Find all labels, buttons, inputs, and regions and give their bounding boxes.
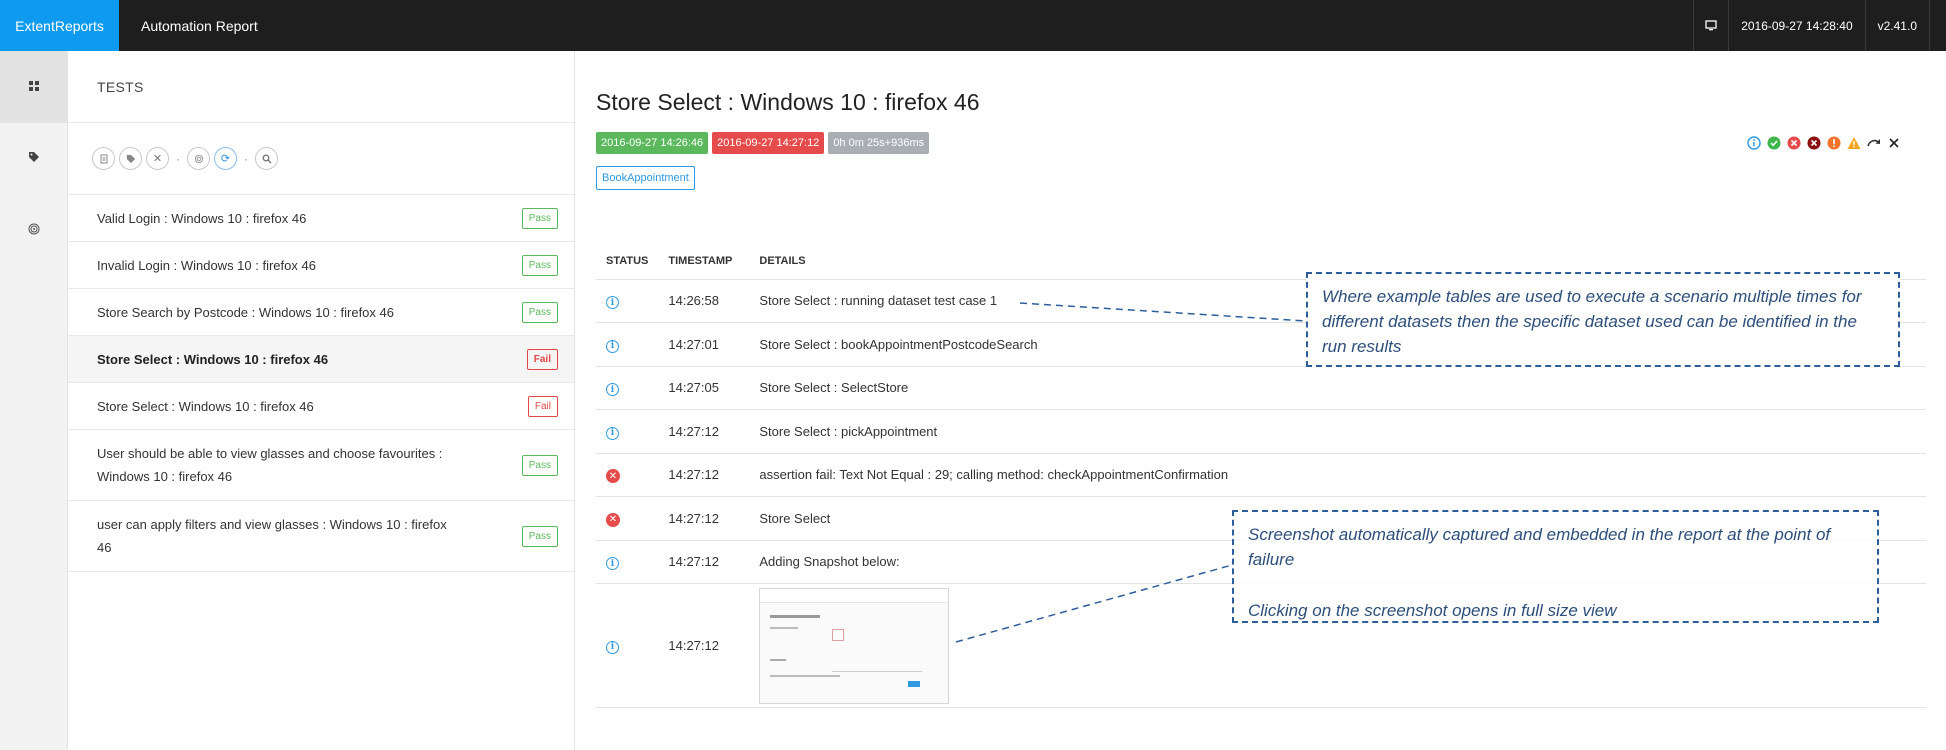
- step-timestamp: 14:27:12: [658, 496, 750, 541]
- test-item[interactable]: Invalid Login : Windows 10 : firefox 46 …: [68, 242, 574, 289]
- duration-label: 0h 0m 25s+936ms: [828, 132, 930, 154]
- error-filter-icon[interactable]: [1826, 135, 1842, 151]
- toolbar-separator: ·: [176, 151, 180, 166]
- screenshot-annotation-click-text: Clicking on the screenshot opens in full…: [1248, 601, 1617, 620]
- tests-panel: TESTS ✕ · ⟳ · Valid Login : Windows 10 :…: [68, 51, 575, 750]
- info-icon: i: [606, 383, 619, 396]
- topbar-divider: [1929, 0, 1946, 51]
- info-icon: i: [606, 640, 619, 654]
- info-icon: i: [606, 426, 619, 440]
- report-datetime: 2016-09-27 14:28:40: [1728, 0, 1864, 51]
- search-icon[interactable]: [255, 147, 278, 170]
- info-icon: i: [606, 557, 619, 570]
- status-badge: Pass: [521, 301, 558, 323]
- step-timestamp: 14:27:12: [658, 583, 750, 708]
- step-timestamp: 14:27:12: [658, 453, 750, 497]
- refresh-icon[interactable]: ⟳: [214, 147, 237, 170]
- status-filter-icons: [1746, 135, 1902, 151]
- screenshot-annotation: Screenshot automatically captured and em…: [1232, 510, 1879, 623]
- warning-filter-icon[interactable]: [1846, 135, 1862, 151]
- test-name: Invalid Login : Windows 10 : firefox 46: [97, 257, 316, 273]
- nav-dashboard[interactable]: [0, 51, 67, 123]
- step-details: assertion fail: Text Not Equal : 29; cal…: [749, 453, 1926, 497]
- dataset-annotation-text: Where example tables are used to execute…: [1322, 287, 1862, 356]
- tests-panel-title: TESTS: [68, 51, 574, 123]
- fingerprint-icon: [28, 222, 40, 240]
- dashboard-icon: [28, 78, 39, 96]
- top-bar: ExtentReports Automation Report 2016-09-…: [0, 0, 1946, 51]
- monitor-icon[interactable]: [1693, 0, 1728, 51]
- clear-filter-icon[interactable]: [1886, 135, 1902, 151]
- test-name: Store Select : Windows 10 : firefox 46: [97, 398, 314, 414]
- pass-filter-icon[interactable]: [1766, 135, 1782, 151]
- table-row: i 14:27:05 Store Select : SelectStore: [596, 366, 1926, 410]
- status-badge: Fail: [527, 395, 558, 417]
- nav-exceptions[interactable]: [0, 195, 67, 267]
- test-item-selected[interactable]: Store Select : Windows 10 : firefox 46 F…: [68, 336, 574, 383]
- column-timestamp: TIMESTAMP: [658, 244, 750, 280]
- table-row: i 14:27:12 Store Select : pickAppointmen…: [596, 409, 1926, 454]
- step-timestamp: 14:27:12: [658, 540, 750, 584]
- fail-icon: ✕: [606, 512, 620, 527]
- step-timestamp: 14:27:05: [658, 366, 750, 410]
- dataset-annotation: Where example tables are used to execute…: [1306, 272, 1900, 367]
- start-time-label: 2016-09-27 14:26:46: [596, 132, 709, 154]
- column-status: STATUS: [596, 244, 659, 280]
- test-name: user can apply filters and view glasses …: [97, 517, 447, 555]
- info-filter-icon[interactable]: [1746, 135, 1762, 151]
- screenshot-annotation-text: Screenshot automatically captured and em…: [1248, 525, 1831, 569]
- skip-filter-icon[interactable]: [1866, 135, 1882, 151]
- close-icon[interactable]: ✕: [146, 147, 169, 170]
- brand-logo[interactable]: ExtentReports: [0, 0, 119, 51]
- tests-toolbar: ✕ · ⟳ ·: [68, 123, 574, 195]
- test-item[interactable]: Store Select : Windows 10 : firefox 46 F…: [68, 383, 574, 430]
- status-badge: Pass: [521, 525, 558, 547]
- step-details: Store Select : pickAppointment: [749, 409, 1926, 454]
- info-icon: i: [606, 339, 619, 353]
- status-badge: Pass: [521, 454, 558, 476]
- tag-filter-icon[interactable]: [119, 147, 142, 170]
- category-tag[interactable]: BookAppointment: [596, 166, 695, 190]
- fail-filter-icon[interactable]: [1786, 135, 1802, 151]
- test-title: Store Select : Windows 10 : firefox 46: [596, 89, 980, 115]
- step-timestamp: 14:26:58: [658, 279, 750, 323]
- test-item[interactable]: user can apply filters and view glasses …: [68, 501, 574, 572]
- report-name: Automation Report: [141, 17, 258, 34]
- time-labels: 2016-09-27 14:26:46 2016-09-27 14:27:12 …: [596, 132, 930, 154]
- list-icon[interactable]: [92, 147, 115, 170]
- tag-icon: [28, 150, 40, 168]
- test-item[interactable]: User should be able to view glasses and …: [68, 430, 574, 501]
- table-row: ✕ 14:27:12 assertion fail: Text Not Equa…: [596, 453, 1926, 497]
- status-badge: Pass: [521, 207, 558, 229]
- test-name: Valid Login : Windows 10 : firefox 46: [97, 210, 307, 226]
- side-nav: [0, 51, 68, 750]
- test-name: User should be able to view glasses and …: [97, 446, 443, 484]
- status-badge: Pass: [521, 254, 558, 276]
- fingerprint-filter-icon[interactable]: [187, 147, 210, 170]
- version-label: v2.41.0: [1864, 0, 1929, 51]
- test-item[interactable]: Valid Login : Windows 10 : firefox 46 Pa…: [68, 195, 574, 242]
- nav-categories[interactable]: [0, 123, 67, 195]
- toolbar-separator: ·: [244, 151, 248, 166]
- step-details: Store Select : SelectStore: [749, 366, 1926, 410]
- status-badge: Fail: [526, 348, 558, 370]
- test-item[interactable]: Store Search by Postcode : Windows 10 : …: [68, 289, 574, 336]
- fail-icon: ✕: [606, 469, 620, 483]
- step-timestamp: 14:27:01: [658, 322, 750, 367]
- test-name: Store Select : Windows 10 : firefox 46: [97, 351, 329, 367]
- info-icon: i: [606, 296, 619, 309]
- test-name: Store Search by Postcode : Windows 10 : …: [97, 304, 394, 320]
- screenshot-thumbnail[interactable]: [759, 587, 950, 704]
- test-detail: Store Select : Windows 10 : firefox 46 2…: [576, 51, 1946, 750]
- end-time-label: 2016-09-27 14:27:12: [712, 132, 825, 154]
- step-timestamp: 14:27:12: [658, 409, 750, 454]
- fatal-filter-icon[interactable]: [1806, 135, 1822, 151]
